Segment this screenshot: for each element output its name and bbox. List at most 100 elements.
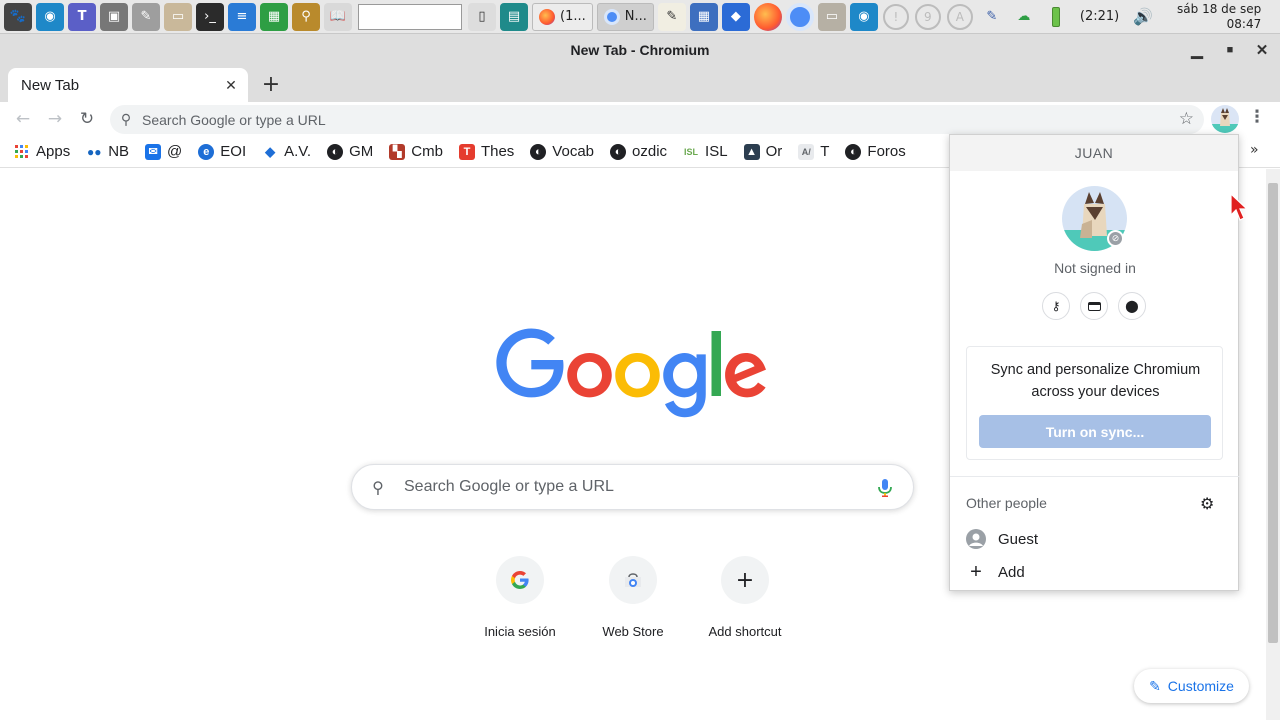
more-menu-button[interactable]: ⋮ — [1248, 107, 1266, 131]
taskbar-run-field[interactable] — [358, 3, 462, 30]
indicator-nine-icon[interactable]: 9 — [914, 3, 941, 30]
phone-icon[interactable]: ▯ — [468, 2, 496, 31]
volume-icon[interactable]: 🔊 — [1129, 2, 1158, 31]
files-icon[interactable]: ▭ — [817, 2, 846, 31]
bookmark-t[interactable]: A/ T — [798, 143, 829, 160]
bookmark-vocab[interactable]: ◐ Vocab — [530, 143, 594, 160]
chromium-launcher-icon[interactable] — [785, 2, 814, 31]
shortcut-web-store[interactable]: Web Store — [577, 556, 689, 639]
credit-card-icon — [1087, 301, 1101, 311]
book-icon[interactable]: 📖 — [324, 2, 352, 31]
calculator-icon[interactable]: ▦ — [689, 2, 718, 31]
bookmark-gm[interactable]: ◐ GM — [327, 143, 373, 160]
reload-button[interactable]: ↻ — [74, 106, 100, 132]
sign-in-status: Not signed in — [1054, 260, 1136, 276]
notepad-icon[interactable]: ✎ — [657, 2, 686, 31]
bookmark-label: T — [820, 143, 830, 160]
taskbar-task-label: N... — [624, 9, 647, 24]
globe-icon: ◐ — [610, 143, 627, 160]
minimize-button[interactable]: ▁ — [1182, 34, 1212, 66]
microphone-icon[interactable] — [877, 478, 893, 498]
window-titlebar: New Tab - Chromium ▁ ■ ✕ — [0, 34, 1280, 66]
turn-on-sync-button[interactable]: Turn on sync... — [979, 415, 1211, 448]
location-pin-icon: ⬤ — [1125, 299, 1139, 313]
back-button[interactable]: ← — [10, 106, 36, 132]
eoi-icon: e — [198, 143, 215, 160]
shortcut-tile — [609, 556, 657, 604]
add-profile-item[interactable]: + Add — [966, 560, 1025, 584]
tab-new-tab[interactable]: New Tab ✕ — [8, 68, 248, 102]
tower-icon: ▲ — [743, 143, 760, 160]
folder-icon[interactable]: ▭ — [164, 2, 192, 31]
google-logo — [496, 328, 766, 418]
teams-icon[interactable]: T — [68, 2, 96, 31]
new-tab-button[interactable]: + — [260, 72, 282, 97]
firefox-launcher-icon[interactable] — [753, 2, 782, 31]
swirl-app-icon[interactable]: ◉ — [36, 2, 64, 31]
profile-avatar-button[interactable] — [1211, 105, 1239, 133]
pen-tray-icon[interactable]: ✎ — [977, 2, 1006, 31]
bookmark-mail[interactable]: ✉ @ — [145, 143, 182, 160]
diamond-app-icon[interactable]: ◆ — [721, 2, 750, 31]
maximize-button[interactable]: ■ — [1215, 34, 1245, 66]
bookmark-thes[interactable]: T Thes — [458, 143, 514, 160]
display-icon[interactable]: ▤ — [500, 2, 528, 31]
calc-icon[interactable]: ▦ — [260, 2, 288, 31]
close-icon[interactable]: ✕ — [222, 76, 240, 94]
swirl-tray-icon[interactable]: ◉ — [849, 2, 878, 31]
bookmark-label: Cmb — [411, 143, 443, 160]
close-window-button[interactable]: ✕ — [1247, 34, 1277, 66]
bookmark-label: ISL — [705, 143, 728, 160]
shortcut-label: Inicia sesión — [484, 624, 556, 639]
bookmark-ozdic[interactable]: ◐ ozdic — [610, 143, 667, 160]
customize-button[interactable]: ✎ Customize — [1134, 669, 1249, 703]
bookmark-or[interactable]: ▲ Or — [743, 143, 783, 160]
isl-icon: ISL — [684, 146, 699, 157]
terminal-icon[interactable]: ›_ — [196, 2, 224, 31]
gear-icon[interactable]: ⚙ — [1200, 494, 1214, 513]
profile-name: JUAN — [950, 135, 1238, 171]
forward-button[interactable]: → — [42, 106, 68, 132]
taskbar-task-firefox[interactable]: (1... — [532, 2, 593, 31]
bookmark-foros[interactable]: ◐ Foros — [845, 143, 906, 160]
camera-icon[interactable]: ▣ — [100, 2, 128, 31]
indicator-alert-icon[interactable]: ! — [882, 3, 909, 30]
payment-methods-button[interactable] — [1080, 292, 1108, 320]
tab-strip: New Tab ✕ + — [0, 66, 1280, 102]
cloud-check-icon[interactable]: ☁ — [1009, 2, 1038, 31]
page-scrollbar[interactable] — [1266, 169, 1280, 720]
indicator-a-icon[interactable]: A — [946, 3, 973, 30]
shortcut-add[interactable]: + Add shortcut — [689, 556, 801, 639]
ntp-search-placeholder: Search Google or type a URL — [404, 478, 614, 495]
bookmark-av[interactable]: ◆ A.V. — [262, 143, 311, 160]
bookmarks-overflow-icon[interactable]: » — [1250, 142, 1259, 158]
pencil-icon: ✎ — [1149, 677, 1161, 694]
writer-icon[interactable]: ≡ — [228, 2, 256, 31]
bookmark-star-icon[interactable]: ☆ — [1179, 109, 1194, 129]
shortcut-tile: + — [721, 556, 769, 604]
bookmark-isl[interactable]: ISL ISL — [683, 143, 728, 160]
taskbar-task-chromium[interactable]: N... — [596, 2, 654, 31]
scrollbar-thumb[interactable] — [1268, 183, 1278, 643]
bookmark-nb[interactable]: ●● NB — [86, 143, 129, 160]
battery-icon[interactable] — [1041, 2, 1070, 31]
thesaurus-icon: T — [458, 143, 475, 160]
passwords-button[interactable]: ⚷ — [1042, 292, 1070, 320]
bookmark-apps[interactable]: Apps — [14, 143, 70, 160]
pen-tool-icon[interactable]: ✎ — [132, 2, 160, 31]
bookmark-cmb[interactable]: ▚ Cmb — [389, 143, 443, 160]
magnifier-icon[interactable]: ⚲ — [292, 2, 320, 31]
addresses-button[interactable]: ⬤ — [1118, 292, 1146, 320]
clock[interactable]: sáb 18 de sep 08:47 — [1165, 2, 1261, 32]
sync-promo-card: Sync and personalize Chromium across you… — [966, 346, 1223, 460]
bookmark-eoi[interactable]: e EOI — [198, 143, 246, 160]
ntp-search-box[interactable]: ⚲ Search Google or type a URL — [351, 464, 914, 510]
paw-menu-icon[interactable]: 🐾 — [4, 2, 32, 31]
omnibox[interactable]: ⚲ Search Google or type a URL ☆ — [110, 105, 1204, 134]
mouse-cursor-icon — [1230, 193, 1249, 221]
omnibox-placeholder: Search Google or type a URL — [142, 111, 326, 128]
bookmark-label: Or — [765, 143, 783, 160]
guest-profile-item[interactable]: Guest — [966, 527, 1038, 551]
browser-toolbar: ← → ↻ ⚲ Search Google or type a URL ☆ ⋮ — [0, 102, 1280, 136]
shortcut-inicia-sesion[interactable]: Inicia sesión — [464, 556, 576, 639]
